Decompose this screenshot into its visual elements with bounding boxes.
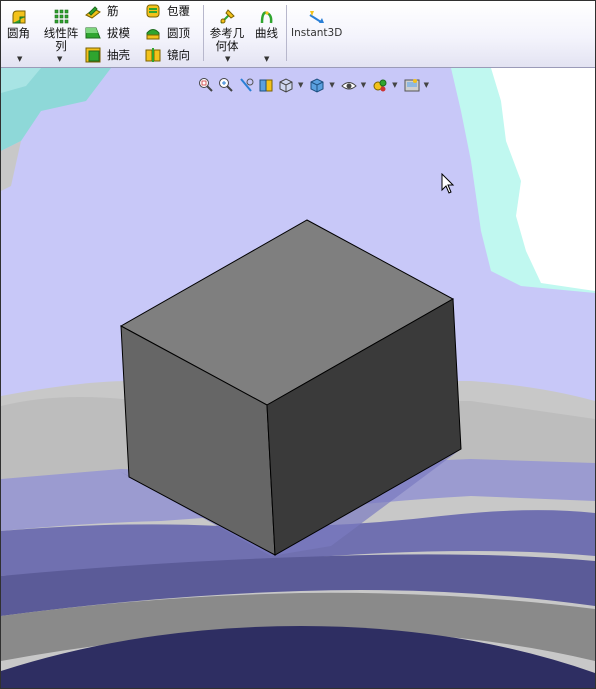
- shell-label: 抽壳: [107, 48, 130, 62]
- reference-geometry-icon: [220, 9, 235, 24]
- heads-up-view-toolbar: ▼ ▼ ▼ ▼ ▼: [197, 74, 432, 96]
- fillet-dropdown-arrow[interactable]: ▼: [17, 55, 22, 63]
- edit-appearance-dropdown[interactable]: ▼: [392, 81, 397, 89]
- wrap-icon: [146, 4, 160, 18]
- reference-geometry-dropdown-arrow[interactable]: ▼: [225, 55, 230, 63]
- mouse-cursor-icon: [441, 173, 455, 194]
- linear-pattern-dropdown-arrow[interactable]: ▼: [57, 55, 62, 63]
- instant3d-label: Instant3D: [291, 27, 343, 39]
- shell-icon: [85, 47, 101, 63]
- edit-appearance-icon[interactable]: [371, 76, 389, 94]
- reference-geometry-label: 参考几 何体: [209, 26, 245, 53]
- linear-pattern-button[interactable]: 线性阵 列: [41, 9, 81, 53]
- apply-scene-icon[interactable]: [403, 76, 421, 94]
- curves-label: 曲线: [255, 26, 278, 40]
- wrap-button[interactable]: 包覆: [145, 1, 190, 21]
- fillet-icon: [12, 10, 25, 24]
- curves-dropdown-arrow[interactable]: ▼: [264, 55, 269, 63]
- zoom-to-area-icon[interactable]: [217, 76, 235, 94]
- view-orientation-dropdown[interactable]: ▼: [298, 81, 303, 89]
- display-style-icon[interactable]: [308, 76, 326, 94]
- features-toolbar: 圆角 ▼ 线性阵 列 ▼ 筋 拔模 抽壳 包覆 圆顶 镜向 参考几 何体 ▼ 曲…: [1, 1, 595, 68]
- dome-label: 圆顶: [167, 26, 190, 40]
- toolbar-separator: [203, 5, 204, 61]
- mirror-icon: [145, 48, 161, 62]
- hide-show-items-icon[interactable]: [340, 76, 358, 94]
- previous-view-icon[interactable]: [237, 76, 255, 94]
- fillet-button[interactable]: 圆角: [7, 9, 30, 40]
- instant3d-icon: [309, 11, 324, 23]
- rib-label: 筋: [107, 4, 119, 18]
- mirror-label: 镜向: [167, 48, 190, 62]
- section-view-icon[interactable]: [257, 76, 275, 94]
- graphics-area[interactable]: [1, 68, 595, 688]
- dome-button[interactable]: 圆顶: [145, 23, 190, 43]
- toolbar-separator: [286, 5, 287, 61]
- instant3d-button[interactable]: Instant3D: [291, 9, 342, 40]
- solidworks-window: 圆角 ▼ 线性阵 列 ▼ 筋 拔模 抽壳 包覆 圆顶 镜向 参考几 何体 ▼ 曲…: [0, 0, 596, 689]
- shell-button[interactable]: 抽壳: [85, 45, 130, 65]
- view-orientation-icon[interactable]: [277, 76, 295, 94]
- hide-show-items-dropdown[interactable]: ▼: [361, 81, 366, 89]
- draft-button[interactable]: 拔模: [85, 23, 130, 43]
- reference-geometry-button[interactable]: 参考几 何体: [207, 9, 247, 53]
- display-style-dropdown[interactable]: ▼: [329, 81, 334, 89]
- dome-icon: [146, 29, 160, 40]
- zoom-to-fit-icon[interactable]: [197, 76, 215, 94]
- linear-pattern-label: 线性阵 列: [43, 26, 79, 53]
- curves-icon: [260, 11, 272, 24]
- rib-icon: [85, 6, 101, 19]
- apply-scene-dropdown[interactable]: ▼: [424, 81, 429, 89]
- fillet-label: 圆角: [7, 26, 30, 40]
- linear-pattern-icon: [54, 9, 69, 24]
- draft-icon: [85, 27, 101, 39]
- model-scene: [1, 68, 595, 688]
- draft-label: 拔模: [107, 26, 130, 40]
- wrap-label: 包覆: [167, 4, 190, 18]
- curves-button[interactable]: 曲线: [255, 9, 278, 40]
- rib-button[interactable]: 筋: [85, 1, 119, 21]
- mirror-button[interactable]: 镜向: [145, 45, 190, 65]
